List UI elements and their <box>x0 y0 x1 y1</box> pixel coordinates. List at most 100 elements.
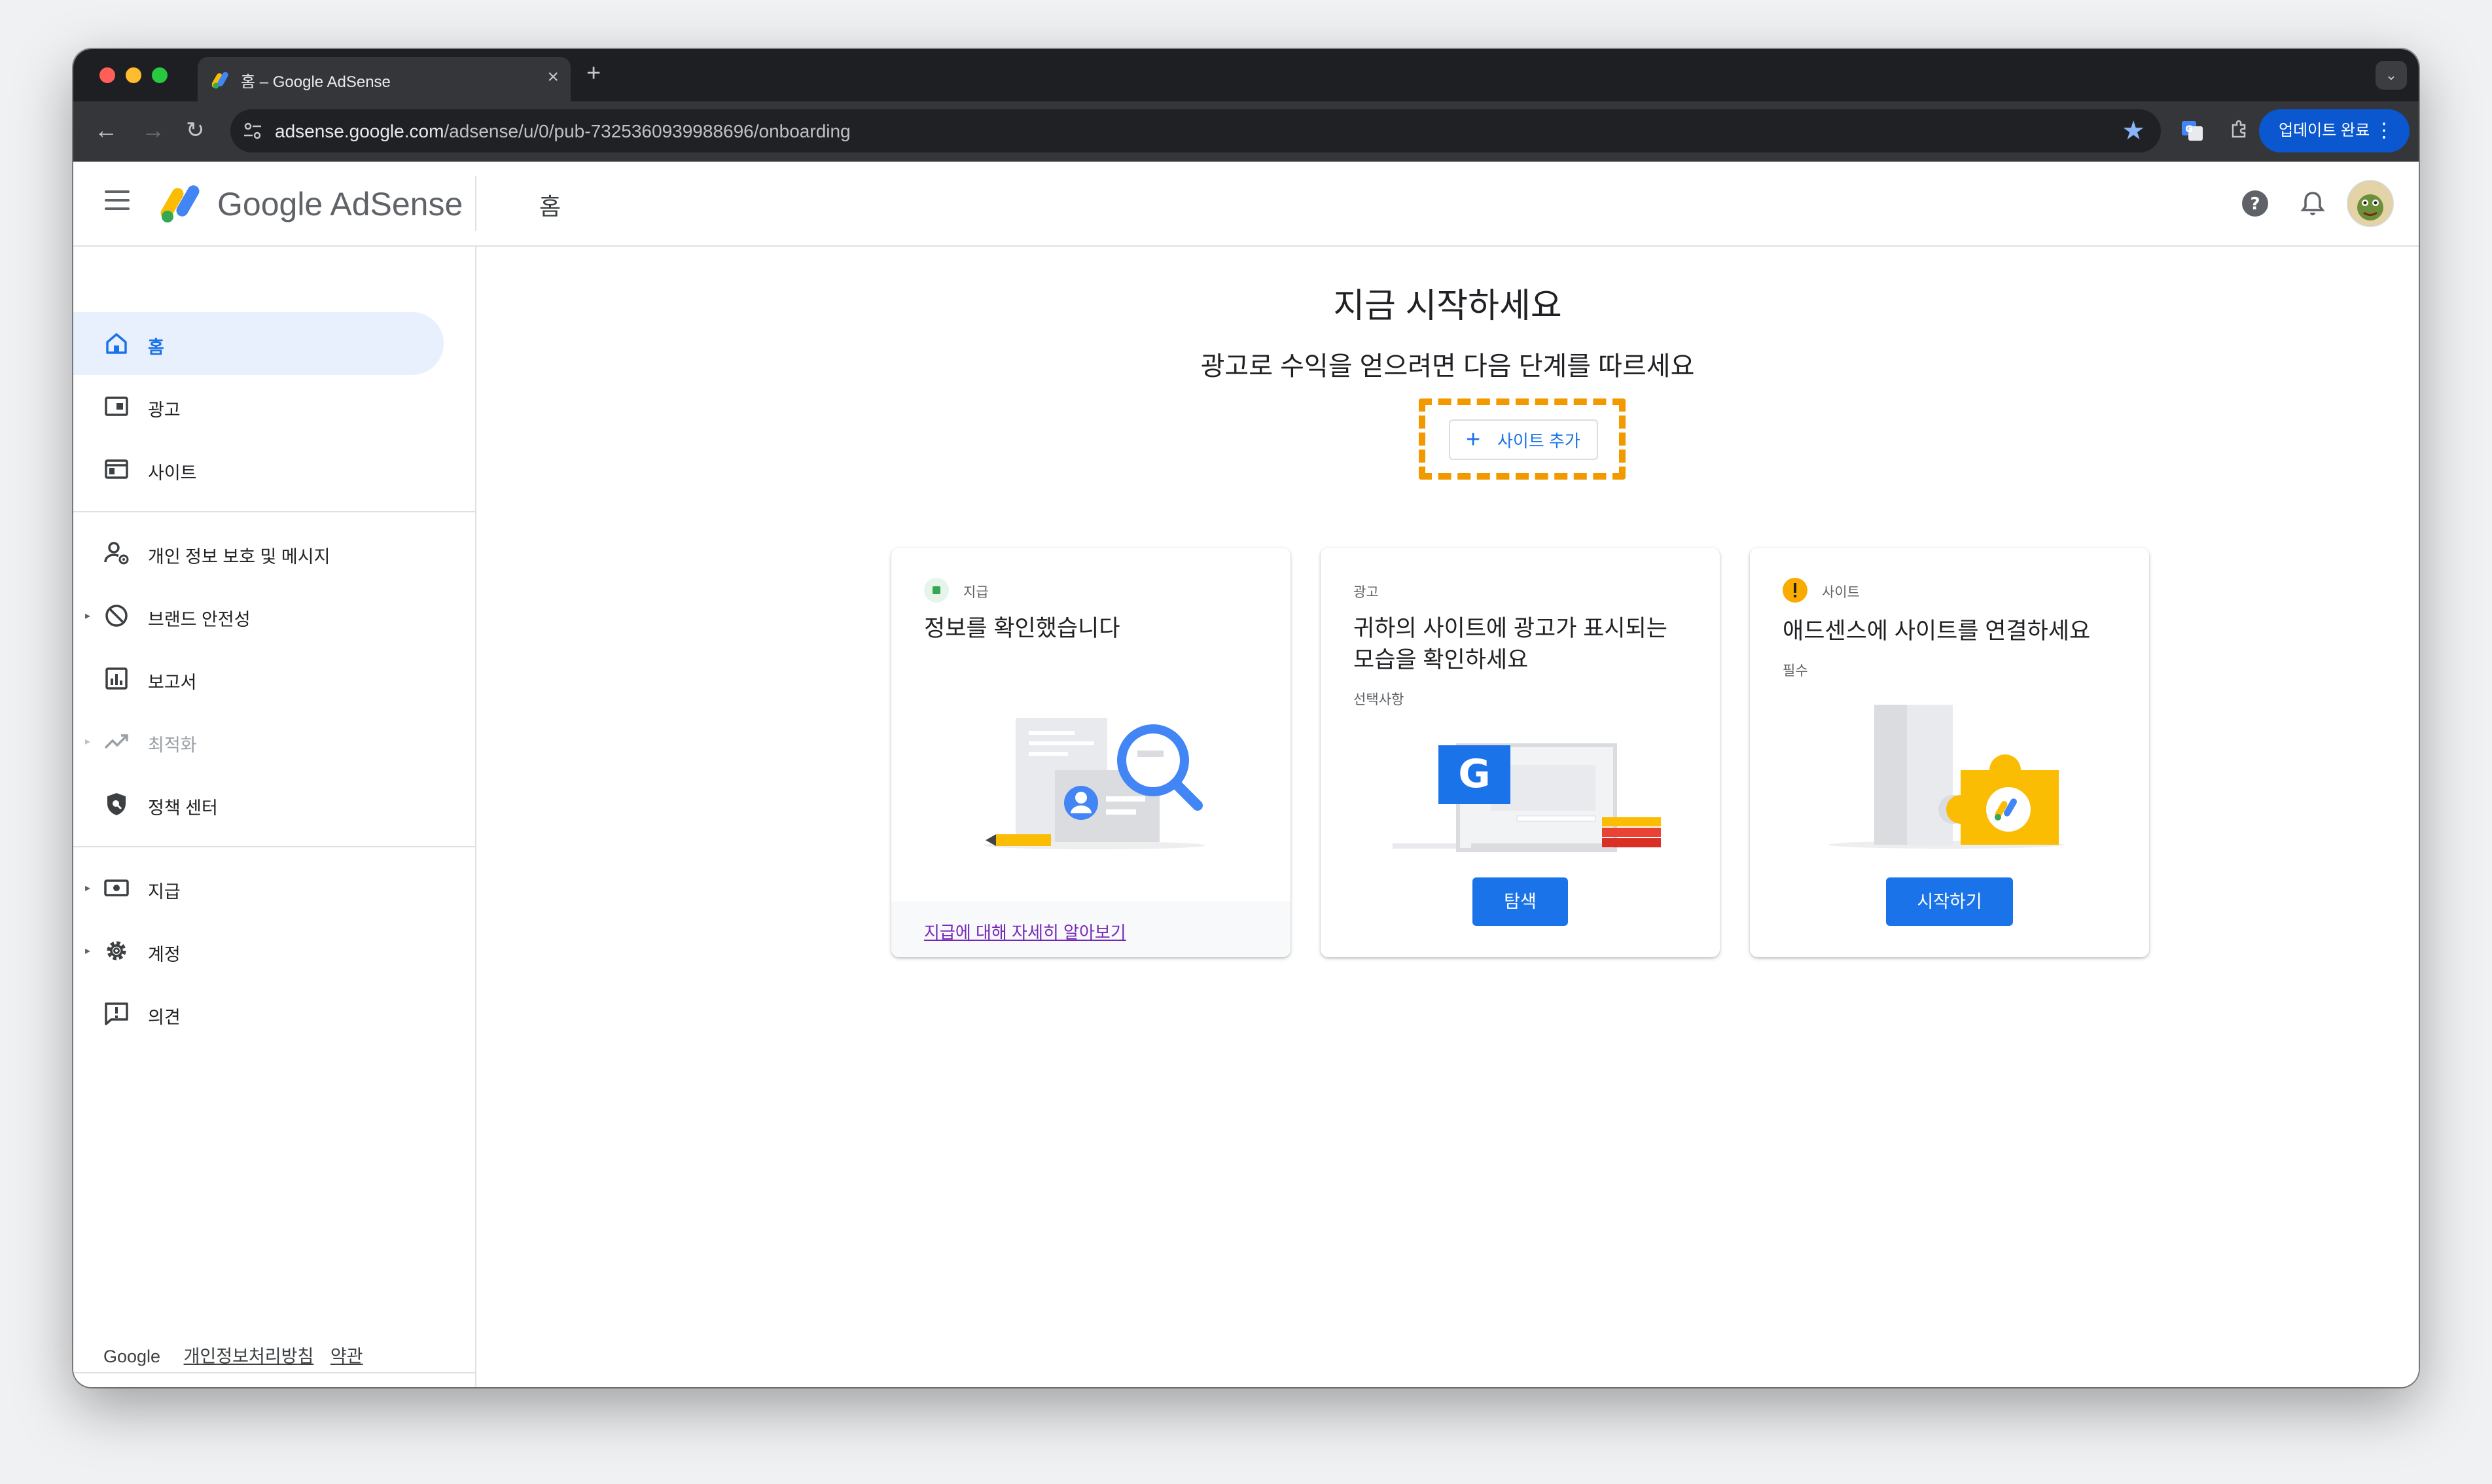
sidebar-item-label: 정책 센터 <box>148 798 218 818</box>
app-header: Google AdSense 홈 ? <box>73 162 2419 247</box>
tab-strip: 홈 – Google AdSense × + ⌄ <box>73 49 2419 101</box>
sidebar-item-label: 계정 <box>148 945 181 964</box>
account-avatar-icon <box>2348 181 2393 226</box>
back-arrow-icon[interactable]: ← <box>94 116 118 145</box>
sidebar-item-optimization[interactable]: ▸ 최적화 <box>73 710 444 773</box>
add-site-button[interactable]: + 사이트 추가 <box>1449 419 1598 460</box>
terms-link[interactable]: 약관 <box>330 1347 363 1366</box>
learn-about-payments-link[interactable]: 지급에 대해 자세히 알아보기 <box>924 919 1126 944</box>
complete-status-icon <box>924 578 949 603</box>
main-content: 지금 시작하세요 광고로 수익을 얻으려면 다음 단계를 따르세요 + 사이트 … <box>476 247 2419 1387</box>
url-path: /adsense/u/0/pub-7325360939988696/onboar… <box>444 121 851 141</box>
browser-tab[interactable]: 홈 – Google AdSense × <box>198 57 571 101</box>
page-title: 홈 <box>539 193 561 220</box>
sidebar-item-policy-center[interactable]: 정책 센터 <box>73 773 444 836</box>
sidebar: 홈 광고 사이트 개인 정보 보호 및 메시지 ▸ 브랜드 안전성 보고서 ▸ … <box>73 247 476 1387</box>
sidebar-item-label: 개인 정보 보호 및 메시지 <box>148 547 330 567</box>
card-footer: 지급에 대해 자세히 알아보기 <box>891 902 1290 957</box>
sidebar-item-feedback[interactable]: 의견 <box>73 982 444 1045</box>
new-tab-icon[interactable]: + <box>586 60 601 88</box>
reload-icon[interactable]: ↻ <box>186 116 205 145</box>
minimize-window-button[interactable] <box>126 67 141 83</box>
main-menu-icon[interactable] <box>105 190 130 216</box>
privacy-policy-link[interactable]: 개인정보처리방침 <box>184 1347 314 1366</box>
sidebar-item-privacy-messaging[interactable]: 개인 정보 보호 및 메시지 <box>73 521 444 584</box>
header-divider <box>475 176 476 231</box>
sites-icon <box>105 459 128 479</box>
browser-toolbar: ← → ↻ adsense.google.com/adsense/u/0/pub… <box>73 101 2419 162</box>
update-complete-button[interactable]: 업데이트 완료 ⋮ <box>2259 109 2410 152</box>
card-title: 정보를 확인했습니다 <box>924 616 1120 641</box>
card-kicker: 지급 <box>963 585 989 600</box>
tab-search-chevron-icon[interactable]: ⌄ <box>2376 61 2407 90</box>
get-started-button[interactable]: 시작하기 <box>1886 877 2013 926</box>
sidebar-item-label: 지급 <box>148 882 181 902</box>
footer-brand: Google <box>103 1347 161 1366</box>
card-kicker: 광고 <box>1353 585 1379 600</box>
bookmark-star-icon[interactable]: ★ <box>2122 116 2145 146</box>
sidebar-item-sites[interactable]: 사이트 <box>73 438 444 501</box>
close-window-button[interactable] <box>99 67 115 83</box>
warning-icon <box>1783 578 1807 603</box>
tab-close-icon[interactable]: × <box>547 66 559 88</box>
feedback-icon <box>105 1002 128 1025</box>
translate-icon[interactable]: G <box>2179 117 2205 143</box>
card-title: 애드센스에 사이트를 연결하세요 <box>1783 618 2091 644</box>
expand-arrow-icon: ▸ <box>85 883 91 894</box>
sidebar-divider <box>73 511 475 512</box>
sidebar-item-label: 광고 <box>148 400 181 420</box>
card-meta: 필수 <box>1783 663 1808 679</box>
trending-up-icon <box>104 734 128 749</box>
address-bar[interactable]: adsense.google.com/adsense/u/0/pub-73253… <box>230 109 2161 152</box>
shield-search-icon <box>107 793 126 815</box>
onboarding-title: 지금 시작하세요 <box>1333 287 1562 325</box>
payments-card: 지급 정보를 확인했습니다 지급에 대해 자세히 알아보기 <box>891 548 1290 957</box>
sidebar-item-label: 최적화 <box>148 735 197 755</box>
card-kicker: 사이트 <box>1822 585 1860 600</box>
site-info-tune-icon[interactable] <box>242 121 263 141</box>
explore-button[interactable]: 탐색 <box>1472 877 1568 926</box>
plus-icon: + <box>1466 426 1481 453</box>
bar-chart-icon <box>105 667 128 690</box>
add-site-label: 사이트 추가 <box>1497 431 1580 451</box>
brand-name: Google AdSense <box>217 186 463 222</box>
sidebar-item-account[interactable]: ▸ 계정 <box>73 919 444 982</box>
verified-info-illustration-icon <box>983 718 1205 849</box>
adsense-favicon-icon <box>212 72 228 89</box>
tab-title: 홈 – Google AdSense <box>241 73 391 91</box>
expand-arrow-icon: ▸ <box>85 945 91 957</box>
expand-arrow-icon: ▸ <box>85 610 91 622</box>
account-avatar[interactable] <box>2347 180 2394 227</box>
extensions-puzzle-icon[interactable] <box>2226 117 2252 143</box>
ads-preview-card: 광고 귀하의 사이트에 광고가 표시되는 모습을 확인하세요 선택사항 G 탐색 <box>1321 548 1720 957</box>
sidebar-item-brand-safety[interactable]: ▸ 브랜드 안전성 <box>73 584 444 647</box>
url-text: adsense.google.com/adsense/u/0/pub-73253… <box>275 121 851 142</box>
sidebar-item-ads[interactable]: 광고 <box>73 375 444 438</box>
zoom-window-button[interactable] <box>152 67 168 83</box>
sidebar-item-reports[interactable]: 보고서 <box>73 647 444 710</box>
ad-preview-illustration-icon: G <box>1393 743 1661 852</box>
add-site-highlight: + 사이트 추가 <box>1419 398 1626 480</box>
onboarding-subtitle: 광고로 수익을 얻으려면 다음 단계를 따르세요 <box>1200 352 1695 381</box>
connect-site-card: 사이트 애드센스에 사이트를 연결하세요 필수 시작하기 <box>1750 548 2149 957</box>
svg-text:?: ? <box>2250 194 2260 214</box>
help-icon[interactable]: ? <box>2239 188 2271 219</box>
ads-icon <box>105 397 128 416</box>
gear-icon <box>107 941 126 961</box>
svg-text:G: G <box>1458 751 1490 797</box>
person-privacy-icon <box>104 542 129 565</box>
sidebar-divider <box>73 1372 475 1373</box>
svg-text:G: G <box>2185 124 2193 135</box>
home-icon <box>106 333 127 354</box>
forward-arrow-icon[interactable]: → <box>141 116 165 145</box>
payments-icon <box>104 879 129 896</box>
sidebar-item-home[interactable]: 홈 <box>73 312 444 375</box>
card-meta: 선택사항 <box>1353 692 1404 707</box>
sidebar-item-label: 브랜드 안전성 <box>148 610 251 629</box>
connect-site-puzzle-illustration-icon <box>1828 705 2064 849</box>
sidebar-footer: Google 개인정보처리방침 약관 <box>103 1342 363 1368</box>
sidebar-item-label: 의견 <box>148 1008 181 1027</box>
expand-arrow-icon: ▸ <box>85 736 91 747</box>
sidebar-item-payments[interactable]: ▸ 지급 <box>73 857 444 919</box>
notifications-bell-icon[interactable] <box>2297 188 2328 219</box>
